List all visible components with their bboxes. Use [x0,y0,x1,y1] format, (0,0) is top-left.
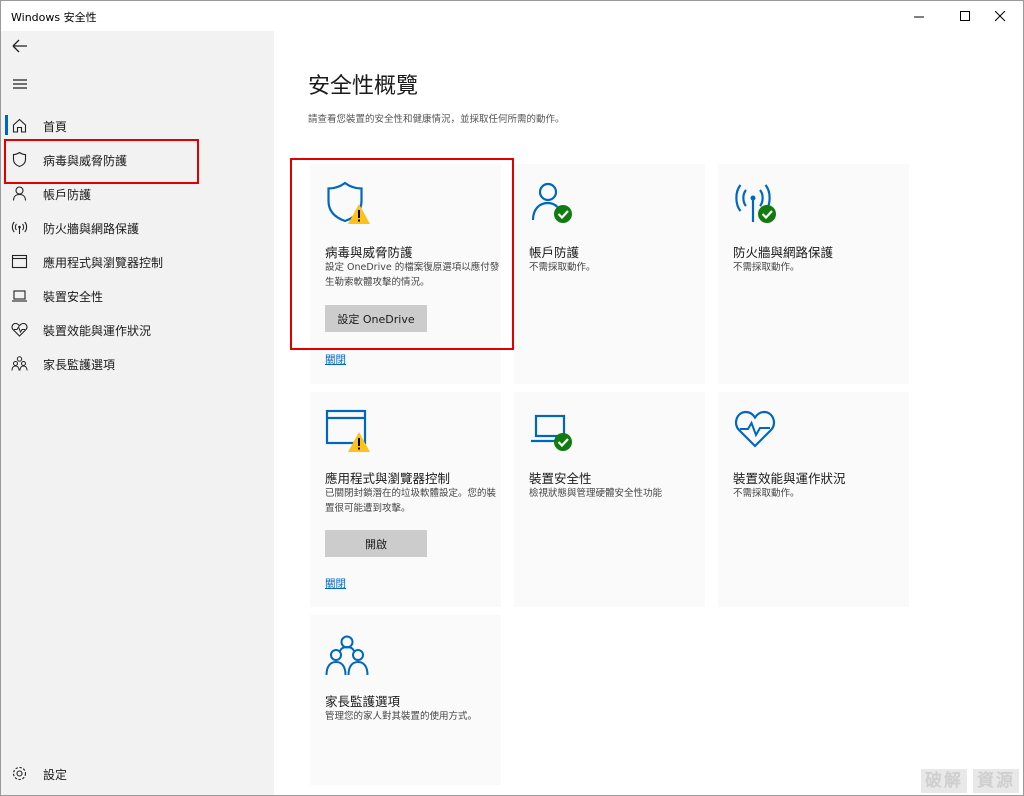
card-description: 管理您的家人對其裝置的使用方式。 [325,711,478,722]
sidebar-item-label: 應用程式與瀏覽器控制 [43,256,164,270]
card-device-performance[interactable]: 裝置效能與運作狀況 不需採取動作。 [718,392,909,607]
card-app-browser[interactable]: 應用程式與瀏覽器控制 已關閉封鎖潛在的垃圾軟體設定。您的裝置很可能遭到攻擊。 開… [310,392,501,607]
heart-pulse-icon [11,322,28,337]
shield-warning-icon [327,181,370,224]
sidebar-item-settings[interactable]: 設定 [1,757,274,789]
laptop-ok-icon [531,414,572,451]
sidebar-item-virus-protection[interactable]: 病毒與威脅防護 [1,143,274,175]
sidebar-item-firewall[interactable]: 防火牆與網路保護 [1,211,274,243]
card-firewall[interactable]: 防火牆與網路保護 不需採取動作。 [718,164,909,384]
minimize-icon [913,16,924,17]
back-arrow-icon [12,39,27,53]
person-ok-icon [531,182,572,223]
sidebar-item-label: 裝置安全性 [43,290,104,304]
watermark-left: 破解 [921,769,967,793]
laptop-icon [12,290,27,302]
wireless-ok-icon [735,184,776,223]
sidebar: 首頁 病毒與威脅防護 帳戶防護 防火牆與網路保護 應用程式與瀏覽器控制 裝置安全… [1,31,274,795]
watermark: 破解 資源 [915,766,1019,793]
card-title: 應用程式與瀏覽器控制 [325,471,451,486]
browser-window-icon [11,254,28,269]
minimize-button[interactable] [896,1,942,31]
card-title: 裝置安全性 [529,471,592,486]
sidebar-item-family[interactable]: 家長監護選項 [1,347,274,379]
turn-on-button[interactable]: 開啟 [325,530,427,557]
browser-window-warning-icon [325,409,370,452]
family-icon [11,356,28,371]
card-description: 不需採取動作。 [733,488,800,499]
sidebar-item-device-performance[interactable]: 裝置效能與運作狀況 [1,313,274,345]
card-title: 裝置效能與運作狀況 [733,471,846,486]
menu-button[interactable] [7,71,33,97]
heart-pulse-icon [734,410,776,448]
sidebar-item-label: 防火牆與網路保護 [43,222,140,236]
card-virus-protection[interactable]: 病毒與威脅防護 設定 OneDrive 的檔案復原選項以應付發生勒索軟體攻擊的情… [310,164,501,384]
gear-icon [12,766,27,781]
card-family-options[interactable]: 家長監護選項 管理您的家人對其裝置的使用方式。 [310,615,501,785]
card-account-protection[interactable]: 帳戶防護 不需採取動作。 [514,164,705,384]
sidebar-item-app-browser[interactable]: 應用程式與瀏覽器控制 [1,245,274,277]
shield-icon [12,151,27,168]
person-icon [12,186,27,201]
sidebar-item-label: 病毒與威脅防護 [43,154,128,168]
sidebar-item-label: 帳戶防護 [43,188,92,202]
page-title: 安全性概覽 [308,74,419,99]
wireless-icon [11,221,28,234]
dismiss-link[interactable]: 關閉 [325,576,346,591]
maximize-icon [959,10,970,21]
hamburger-icon [13,79,27,89]
card-description: 不需採取動作。 [733,262,800,273]
card-description: 檢視狀態與管理硬體安全性功能 [529,488,663,499]
card-description: 已關閉封鎖潛在的垃圾軟體設定。您的裝置很可能遭到攻擊。 [325,488,497,514]
card-description: 不需採取動作。 [529,262,596,273]
home-icon [12,118,27,133]
title-bar: Windows 安全性 [1,1,1023,31]
card-title: 病毒與威脅防護 [325,245,413,260]
watermark-right: 資源 [973,769,1019,793]
card-description: 設定 OneDrive 的檔案復原選項以應付發生勒索軟體攻擊的情況。 [325,262,500,288]
windows-security-window: Windows 安全性 首頁 病毒與威脅防護 帳戶防護 防火牆與網路保護 應用程… [0,0,1024,796]
sidebar-item-home[interactable]: 首頁 [1,109,274,141]
back-button[interactable] [7,33,33,59]
settings-label: 設定 [43,768,68,782]
sidebar-item-label: 裝置效能與運作狀況 [43,324,152,338]
card-title: 防火牆與網路保護 [733,245,834,260]
card-device-security[interactable]: 裝置安全性 檢視狀態與管理硬體安全性功能 [514,392,705,607]
close-icon [994,10,1005,21]
page-description: 請查看您裝置的安全性和健康情況，並採取任何所需的動作。 [308,114,565,125]
setup-onedrive-button[interactable]: 設定 OneDrive [325,305,427,332]
sidebar-item-label: 首頁 [43,120,68,134]
card-title: 家長監護選項 [325,694,401,709]
sidebar-item-account-protection[interactable]: 帳戶防護 [1,177,274,209]
card-title: 帳戶防護 [529,245,580,260]
window-title: Windows 安全性 [11,11,97,24]
dismiss-link[interactable]: 關閉 [325,352,346,367]
family-icon [325,635,369,676]
sidebar-item-device-security[interactable]: 裝置安全性 [1,279,274,311]
sidebar-item-label: 家長監護選項 [43,358,116,372]
close-button[interactable] [977,1,1023,31]
